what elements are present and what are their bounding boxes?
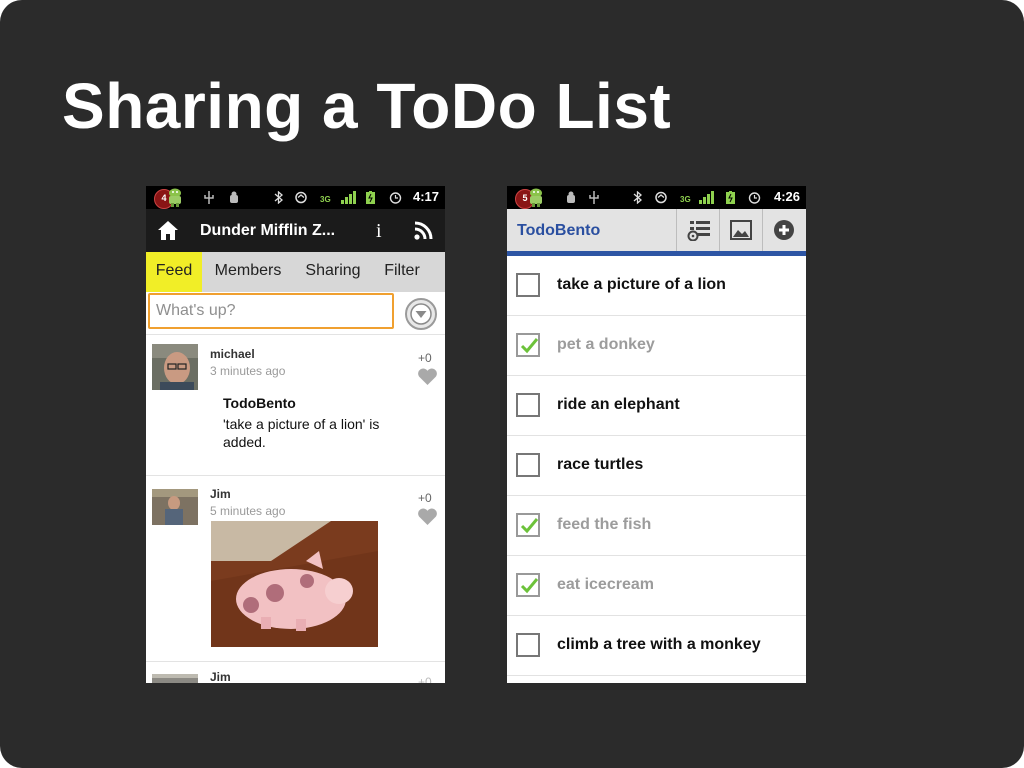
todo-checkbox[interactable] [516, 333, 540, 357]
battery-icon [366, 191, 375, 204]
post-author[interactable]: Jim [210, 670, 231, 683]
list-settings-button[interactable] [677, 209, 719, 251]
plus-count: +0 [418, 675, 432, 683]
tab-filter[interactable]: Filter [372, 252, 432, 292]
tab-feed[interactable]: Feed [146, 252, 202, 292]
usb-icon [204, 191, 214, 204]
todo-item[interactable]: feed the fish [507, 496, 806, 556]
todo-label: ride an elephant [557, 396, 680, 413]
status-input[interactable] [148, 293, 394, 329]
post-app-name: TodoBento [223, 395, 296, 411]
todo-checkbox[interactable] [516, 633, 540, 657]
post-text: 'take a picture of a lion' is added. [223, 416, 380, 450]
post-time: 5 minutes ago [210, 504, 286, 518]
tab-bar: Feed Members Sharing Filter [146, 252, 445, 292]
alarm-icon [389, 192, 402, 204]
tab-sharing[interactable]: Sharing [294, 252, 372, 292]
signal-icon [341, 191, 356, 204]
avatar-michael [152, 344, 198, 390]
todo-label: race turtles [557, 456, 644, 473]
sync-icon [295, 191, 307, 204]
todo-checkbox[interactable] [516, 273, 540, 297]
heart-icon[interactable] [417, 368, 438, 386]
action-bar: TodoBento [507, 209, 806, 251]
todo-label: feed the fish [557, 516, 652, 533]
todo-checkbox[interactable] [516, 513, 540, 537]
divider [146, 475, 445, 476]
picture-button[interactable] [720, 209, 762, 251]
todo-checkbox[interactable] [516, 573, 540, 597]
todo-label: take a picture of a lion [557, 276, 726, 293]
slide: Sharing a ToDo List 4 3G 4:17 Dunder Mif… [0, 0, 1024, 768]
todo-checkbox[interactable] [516, 393, 540, 417]
list-settings-icon [687, 221, 710, 241]
group-title: Dunder Mifflin Z... [200, 222, 336, 239]
checkmark-icon [520, 518, 539, 534]
todo-checkbox[interactable] [516, 453, 540, 477]
3g-icon: 3G [320, 195, 331, 204]
todo-item[interactable]: race turtles [507, 436, 806, 496]
heart-icon[interactable] [417, 508, 438, 526]
slide-title: Sharing a ToDo List [62, 70, 672, 142]
tab-members[interactable]: Members [202, 252, 294, 292]
status-time: 4:26 [773, 189, 800, 204]
battery-icon [726, 191, 735, 204]
todo-item[interactable]: eat icecream [507, 556, 806, 616]
todo-item[interactable]: pet a donkey [507, 316, 806, 376]
app-title: TodoBento [517, 222, 601, 239]
piggy-bank-photo[interactable] [211, 521, 378, 647]
status-time: 4:17 [412, 189, 439, 204]
todo-label: climb a tree with a monkey [557, 636, 761, 653]
add-button[interactable] [763, 209, 805, 251]
signal-icon [699, 191, 714, 204]
rss-icon[interactable] [414, 221, 433, 240]
sync-icon [655, 191, 667, 204]
todo-item[interactable]: ride an elephant [507, 376, 806, 436]
debug-icon [567, 191, 575, 203]
checkmark-icon [520, 578, 539, 594]
plus-count: +0 [418, 351, 432, 365]
avatar-jim [152, 489, 198, 525]
svg-text:3G: 3G [320, 195, 331, 204]
3g-icon: 3G [680, 195, 691, 204]
status-bar: 4 3G 4:17 [146, 186, 445, 209]
picture-icon [730, 220, 752, 240]
alarm-icon [748, 192, 761, 204]
bluetooth-icon [274, 191, 283, 204]
svg-text:3G: 3G [680, 195, 691, 204]
plus-count: +0 [418, 491, 432, 505]
todo-label: pet a donkey [557, 336, 655, 353]
todo-label: eat icecream [557, 576, 654, 593]
debug-icon [230, 191, 238, 203]
add-icon [774, 220, 794, 240]
post-author[interactable]: Jim [210, 487, 231, 501]
post-author[interactable]: michael [210, 347, 255, 361]
divider [146, 661, 445, 662]
todo-item[interactable]: climb a tree with a monkey [507, 616, 806, 676]
phone-screenshot-todobento: 5 3G 4:26 TodoBento take a picture of a … [507, 186, 806, 683]
todo-item[interactable]: take a picture of a lion [507, 256, 806, 316]
android-icon [530, 188, 542, 207]
status-bar: 5 3G 4:26 [507, 186, 806, 209]
usb-icon [589, 191, 599, 204]
avatar-jim [152, 674, 198, 683]
post-time: 3 minutes ago [210, 364, 286, 378]
action-bar: Dunder Mifflin Z... i [146, 209, 445, 252]
divider [146, 334, 445, 335]
android-icon [169, 188, 181, 207]
checkmark-icon [520, 338, 539, 354]
dropdown-button[interactable] [405, 298, 437, 330]
bluetooth-icon [633, 191, 642, 204]
phone-screenshot-feed: 4 3G 4:17 Dunder Mifflin Z... i Feed Mem… [146, 186, 445, 683]
home-icon[interactable] [157, 220, 179, 241]
info-icon[interactable]: i [376, 221, 382, 241]
